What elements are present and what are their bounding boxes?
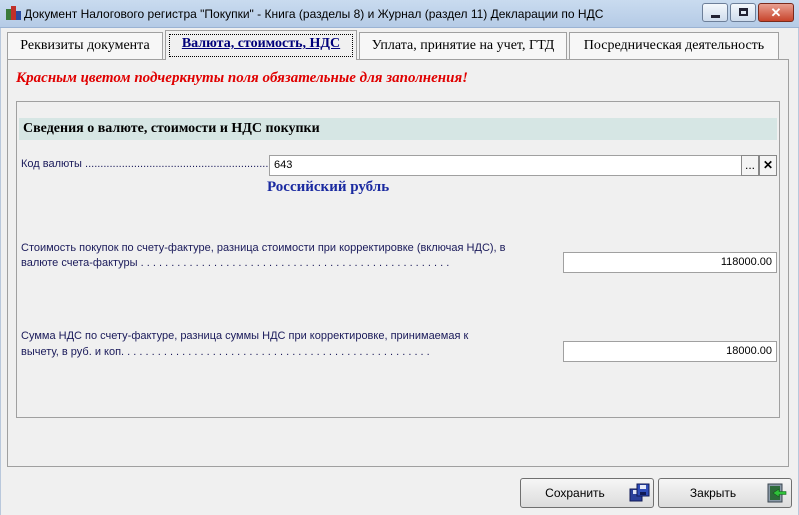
save-button[interactable]: Сохранить [520,478,654,508]
tab-label: Уплата, принятие на учет, ГТД [371,38,555,53]
app-icon [6,6,21,20]
clear-currency-button[interactable]: ✕ [759,155,777,176]
tab-page: Красным цветом подчеркнуты поля обязател… [7,59,789,467]
vat-amount-label-line1: Сумма НДС по счету-фактуре, разница сумм… [21,330,469,342]
minimize-button[interactable] [702,3,728,22]
tab-label: Реквизиты документа [20,38,150,53]
purchase-cost-label-line2: валюте счета-фактуры . . . . . . . . . .… [21,257,450,269]
window-client-area: Реквизиты документа Валюта, стоимость, Н… [0,28,799,515]
close-window-button[interactable]: ✕ [758,3,794,22]
required-fields-notice: Красным цветом подчеркнуты поля обязател… [16,70,469,86]
maximize-button[interactable] [730,3,756,22]
close-button-label: Закрыть [689,486,737,500]
exit-door-icon [767,483,787,503]
tab-label: Посредническая деятельность [583,38,765,53]
tab-payment-registration[interactable]: Уплата, принятие на учет, ГТД [359,32,567,59]
minimize-icon [711,15,720,18]
focus-rectangle [169,34,353,57]
currency-name: Российский рубль [267,179,390,195]
save-button-label: Сохранить [545,486,605,500]
maximize-icon [739,8,748,16]
clear-icon: ✕ [762,158,774,172]
ellipsis-icon: ... [744,158,755,172]
close-icon: ✕ [770,5,782,20]
title-bar[interactable]: Документ Налогового регистра "Покупки" -… [0,0,799,28]
close-button[interactable]: Закрыть [658,478,792,508]
currency-code-input[interactable]: 643 [269,155,742,176]
purchase-cost-input[interactable]: 118000.00 [563,252,777,273]
purchase-cost-label-line1: Стоимость покупок по счету-фактуре, разн… [21,242,506,254]
tab-intermediary-activity[interactable]: Посредническая деятельность [569,32,779,59]
select-currency-button[interactable]: ... [741,155,759,176]
tab-document-details[interactable]: Реквизиты документа [7,32,163,59]
tab-currency-cost-vat[interactable]: Валюта, стоимость, НДС [165,30,357,60]
vat-amount-label-line2: вычету, в руб. и коп. . . . . . . . . . … [21,346,430,358]
currency-vat-group: Сведения о валюте, стоимости и НДС покуп… [16,101,780,418]
floppy-disks-icon [629,483,650,502]
section-title: Сведения о валюте, стоимости и НДС покуп… [19,118,777,140]
window-title: Документ Налогового регистра "Покупки" -… [24,7,604,21]
vat-amount-input[interactable]: 18000.00 [563,341,777,362]
